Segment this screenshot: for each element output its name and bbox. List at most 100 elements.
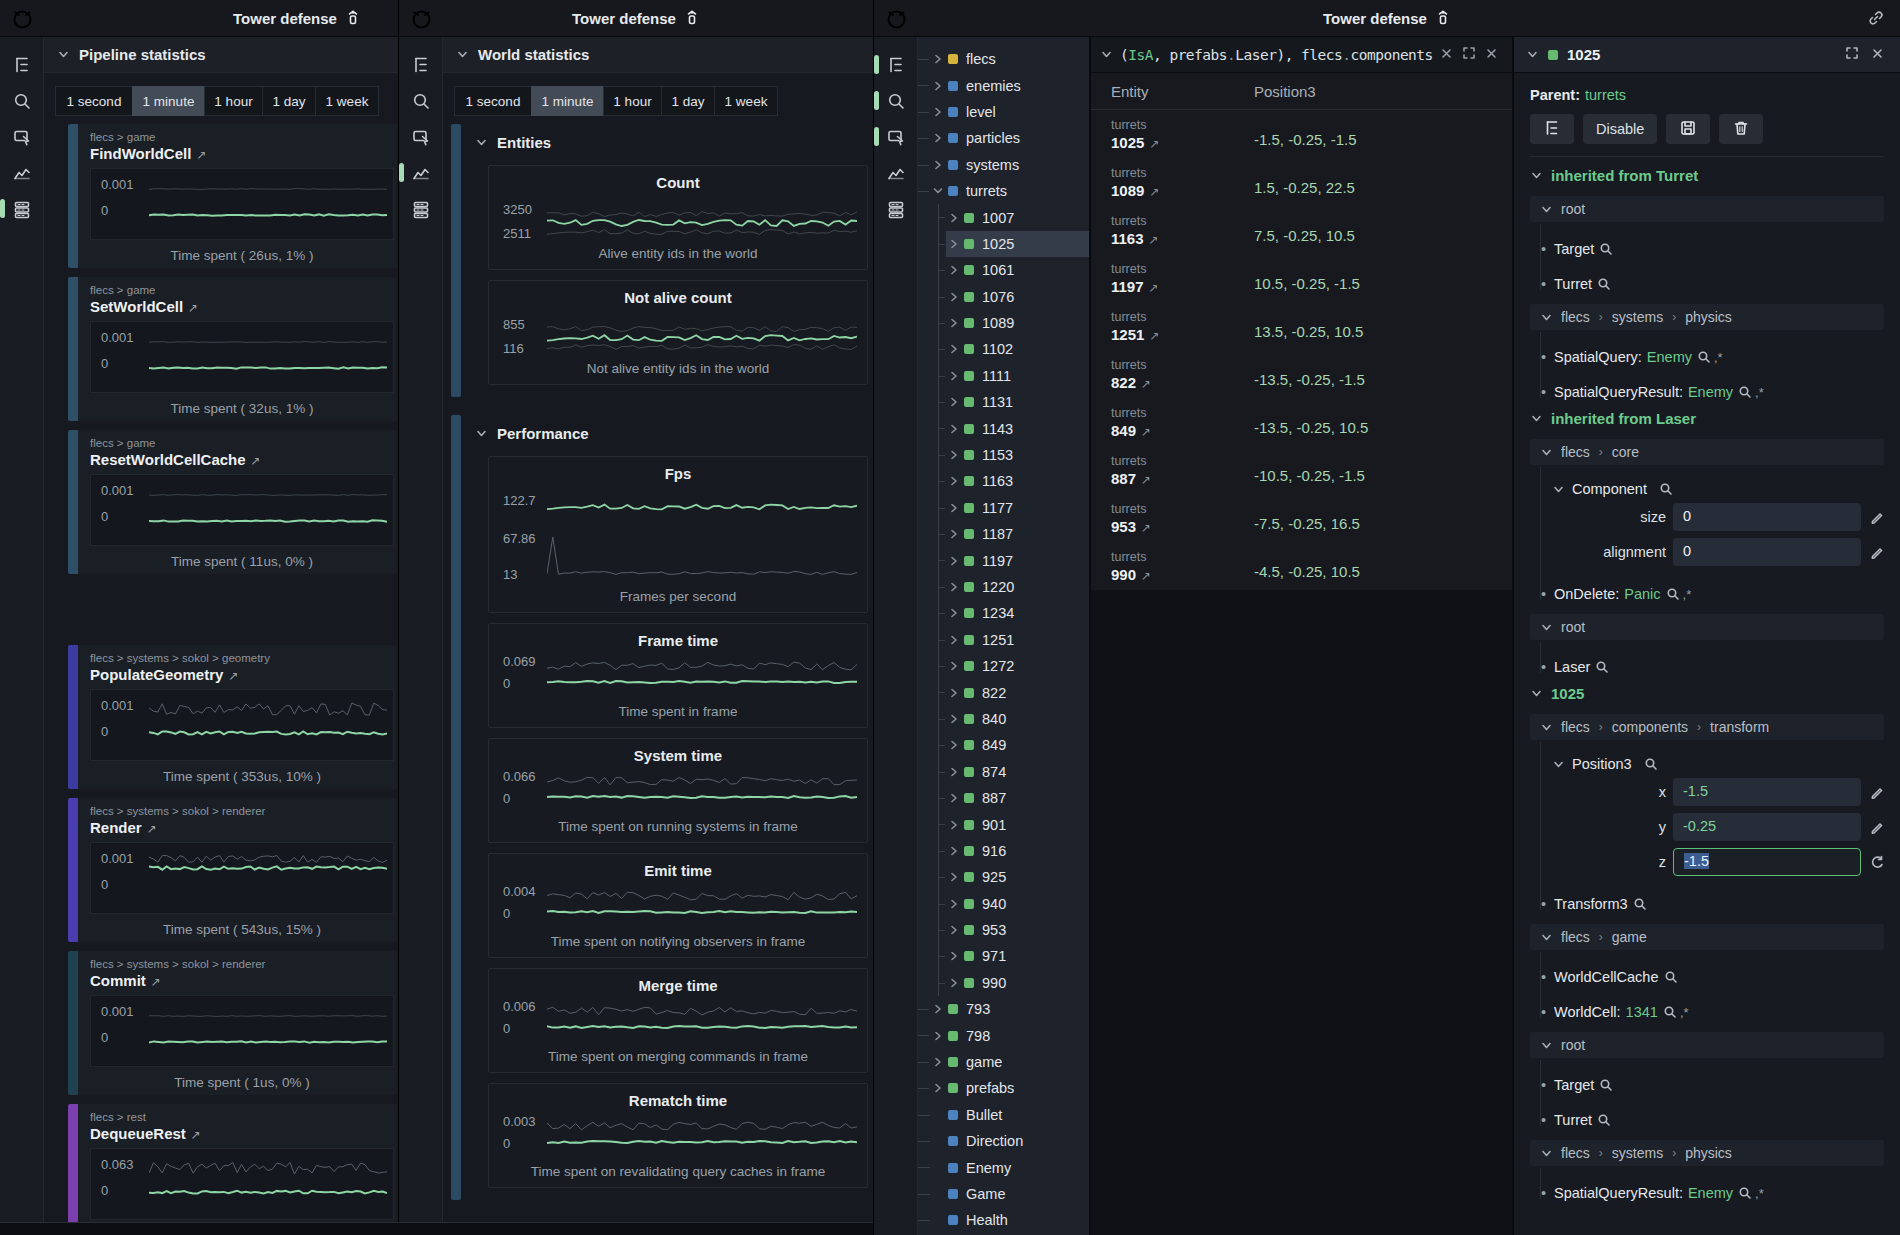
tree-item-940[interactable]: 940 <box>918 891 1089 917</box>
tree-item-971[interactable]: 971 <box>918 943 1089 969</box>
table-row[interactable]: turrets1025↗ -1.5, -0.25, -1.5 <box>1091 110 1512 158</box>
inherit-group-header[interactable]: inherited from Turret <box>1530 167 1884 184</box>
section-header[interactable]: Performance <box>451 415 868 456</box>
close-icon[interactable] <box>1871 46 1884 63</box>
tree-item-1143[interactable]: 1143 <box>918 415 1089 441</box>
system-title[interactable]: PopulateGeometry↗ <box>90 666 238 683</box>
table-row[interactable]: turrets990↗ -4.5, -0.25, 10.5 <box>1091 542 1512 590</box>
tree-item-1153[interactable]: 1153 <box>918 442 1089 468</box>
tree-item-systems[interactable]: systems <box>918 152 1089 178</box>
field-input-z[interactable]: -1.5 <box>1673 848 1861 876</box>
search-icon[interactable] <box>11 90 33 111</box>
tab-1-hour[interactable]: 1 hour <box>204 86 263 116</box>
edit-icon[interactable] <box>1870 785 1884 799</box>
search-icon[interactable] <box>885 90 907 111</box>
tree-item-840[interactable]: 840 <box>918 706 1089 732</box>
tab-1-week[interactable]: 1 week <box>714 86 778 116</box>
tab-1-day[interactable]: 1 day <box>661 86 715 116</box>
tree-item-887[interactable]: 887 <box>918 785 1089 811</box>
system-title[interactable]: Commit↗ <box>90 972 161 989</box>
section-path[interactable]: root <box>1530 196 1884 222</box>
disable-button[interactable]: Disable <box>1583 114 1657 144</box>
system-title[interactable]: DequeueRest↗ <box>90 1125 201 1142</box>
tab-1-minute[interactable]: 1 minute <box>132 86 205 116</box>
system-title[interactable]: SetWorldCell↗ <box>90 298 198 315</box>
tree-item-1251[interactable]: 1251 <box>918 627 1089 653</box>
tree-item-enemies[interactable]: enemies <box>918 72 1089 98</box>
tree-view-button[interactable] <box>1530 114 1574 144</box>
table-row[interactable]: turrets953↗ -7.5, -0.25, 16.5 <box>1091 494 1512 542</box>
table-row[interactable]: turrets849↗ -13.5, -0.25, 10.5 <box>1091 398 1512 446</box>
chevron-down-icon[interactable] <box>1526 48 1539 61</box>
section-path[interactable]: root <box>1530 614 1884 640</box>
pipeline-icon[interactable] <box>885 198 907 219</box>
tree-item-1187[interactable]: 1187 <box>918 521 1089 547</box>
component-item-Target[interactable]: Target <box>1554 1077 1884 1093</box>
tab-1-second[interactable]: 1 second <box>55 86 133 116</box>
component-item-OnDelete[interactable]: OnDelete:Panic,* <box>1554 586 1884 602</box>
component-item-Transform3[interactable]: Transform3 <box>1554 896 1884 912</box>
tree-item-1234[interactable]: 1234 <box>918 600 1089 626</box>
system-title[interactable]: ResetWorldCellCache↗ <box>90 451 261 468</box>
tree-item-1163[interactable]: 1163 <box>918 468 1089 494</box>
inherit-group-header[interactable]: 1025 <box>1530 685 1884 702</box>
system-title[interactable]: FindWorldCell↗ <box>90 145 206 162</box>
panel-header-pipeline[interactable]: Pipeline statistics <box>44 37 398 73</box>
tree-item-874[interactable]: 874 <box>918 759 1089 785</box>
table-row[interactable]: turrets1251↗ 13.5, -0.25, 10.5 <box>1091 302 1512 350</box>
component-item-Target[interactable]: Target <box>1554 241 1884 257</box>
component-item-Turret[interactable]: Turret <box>1554 276 1884 292</box>
tree-item-1197[interactable]: 1197 <box>918 547 1089 573</box>
field-input-alignment[interactable]: 0 <box>1673 538 1861 566</box>
tree-item-Direction[interactable]: Direction <box>918 1128 1089 1154</box>
tree-item-turrets[interactable]: turrets <box>918 178 1089 204</box>
tab-1-day[interactable]: 1 day <box>262 86 316 116</box>
tree-item-flecs[interactable]: flecs <box>918 46 1089 72</box>
tree-icon[interactable] <box>885 54 907 75</box>
component-Component[interactable]: Component <box>1552 481 1884 497</box>
tab-1-minute[interactable]: 1 minute <box>531 86 604 116</box>
tree-item-916[interactable]: 916 <box>918 838 1089 864</box>
inspector-icon[interactable] <box>11 126 33 147</box>
inspector-icon[interactable] <box>410 126 432 147</box>
system-title[interactable]: Render↗ <box>90 819 157 836</box>
tree-item-1076[interactable]: 1076 <box>918 284 1089 310</box>
tree-item-1089[interactable]: 1089 <box>918 310 1089 336</box>
tree-item-901[interactable]: 901 <box>918 811 1089 837</box>
tree-item-level[interactable]: level <box>918 99 1089 125</box>
tree-item-1061[interactable]: 1061 <box>918 257 1089 283</box>
tree-item-particles[interactable]: particles <box>918 125 1089 151</box>
table-row[interactable]: turrets1089↗ 1.5, -0.25, 22.5 <box>1091 158 1512 206</box>
section-path[interactable]: flecs›core <box>1530 439 1884 465</box>
tree-icon[interactable] <box>410 54 432 75</box>
field-input-y[interactable]: -0.25 <box>1673 813 1861 841</box>
inherit-group-header[interactable]: inherited from Laser <box>1530 410 1884 427</box>
tree-item-1025[interactable]: 1025 <box>918 231 1089 257</box>
tree-item-Enemy[interactable]: Enemy <box>918 1154 1089 1180</box>
component-item-SpatialQueryResult[interactable]: SpatialQueryResult:Enemy,* <box>1554 384 1884 400</box>
tab-1-week[interactable]: 1 week <box>315 86 379 116</box>
component-item-WorldCell[interactable]: WorldCell:1341,* <box>1554 1004 1884 1020</box>
edit-icon[interactable] <box>1870 820 1884 834</box>
tree-item-prefabs[interactable]: prefabs <box>918 1075 1089 1101</box>
tree-item-1177[interactable]: 1177 <box>918 495 1089 521</box>
tree-item-1272[interactable]: 1272 <box>918 653 1089 679</box>
field-input-size[interactable]: 0 <box>1673 503 1861 531</box>
tab-1-second[interactable]: 1 second <box>454 86 532 116</box>
tree-item-game[interactable]: game <box>918 1049 1089 1075</box>
section-path[interactable]: root <box>1530 1032 1884 1058</box>
edit-icon[interactable] <box>1870 545 1884 559</box>
close-icon[interactable] <box>1485 46 1498 64</box>
tree-item-798[interactable]: 798 <box>918 1022 1089 1048</box>
tree-item-822[interactable]: 822 <box>918 679 1089 705</box>
component-item-WorldCellCache[interactable]: WorldCellCache <box>1554 969 1884 985</box>
component-item-SpatialQueryResult[interactable]: SpatialQueryResult:Enemy,* <box>1554 1185 1884 1201</box>
tree-item-925[interactable]: 925 <box>918 864 1089 890</box>
link-icon[interactable] <box>1868 10 1884 30</box>
tree-item-1111[interactable]: 1111 <box>918 363 1089 389</box>
tree-item-Game[interactable]: Game <box>918 1181 1089 1207</box>
table-row[interactable]: turrets822↗ -13.5, -0.25, -1.5 <box>1091 350 1512 398</box>
chevron-down-icon[interactable] <box>1100 48 1113 61</box>
pipeline-icon[interactable] <box>11 198 33 219</box>
tree-item-1220[interactable]: 1220 <box>918 574 1089 600</box>
